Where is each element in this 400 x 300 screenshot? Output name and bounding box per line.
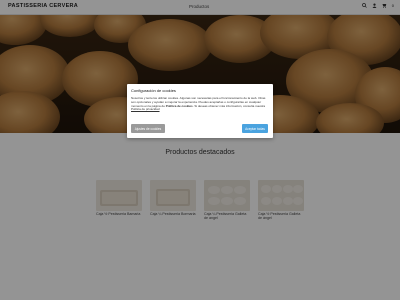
cookie-dialog-text: Nosotros y terceros utilizan cookies. Al… (131, 96, 269, 112)
accept-cookies-button[interactable]: Aceptar todas (242, 124, 268, 133)
privacy-policy-link[interactable]: Política de privacidad (131, 107, 160, 111)
cookie-policy-link[interactable]: Política de cookies (166, 104, 193, 108)
cookie-text-part-2: . Si deseas obtener más información, con… (192, 103, 266, 108)
cookie-modal-backdrop[interactable] (0, 0, 400, 300)
cookie-dialog-title: Configuración de cookies (131, 88, 176, 93)
cookie-settings-button[interactable]: Ajustes de cookies (131, 124, 165, 133)
